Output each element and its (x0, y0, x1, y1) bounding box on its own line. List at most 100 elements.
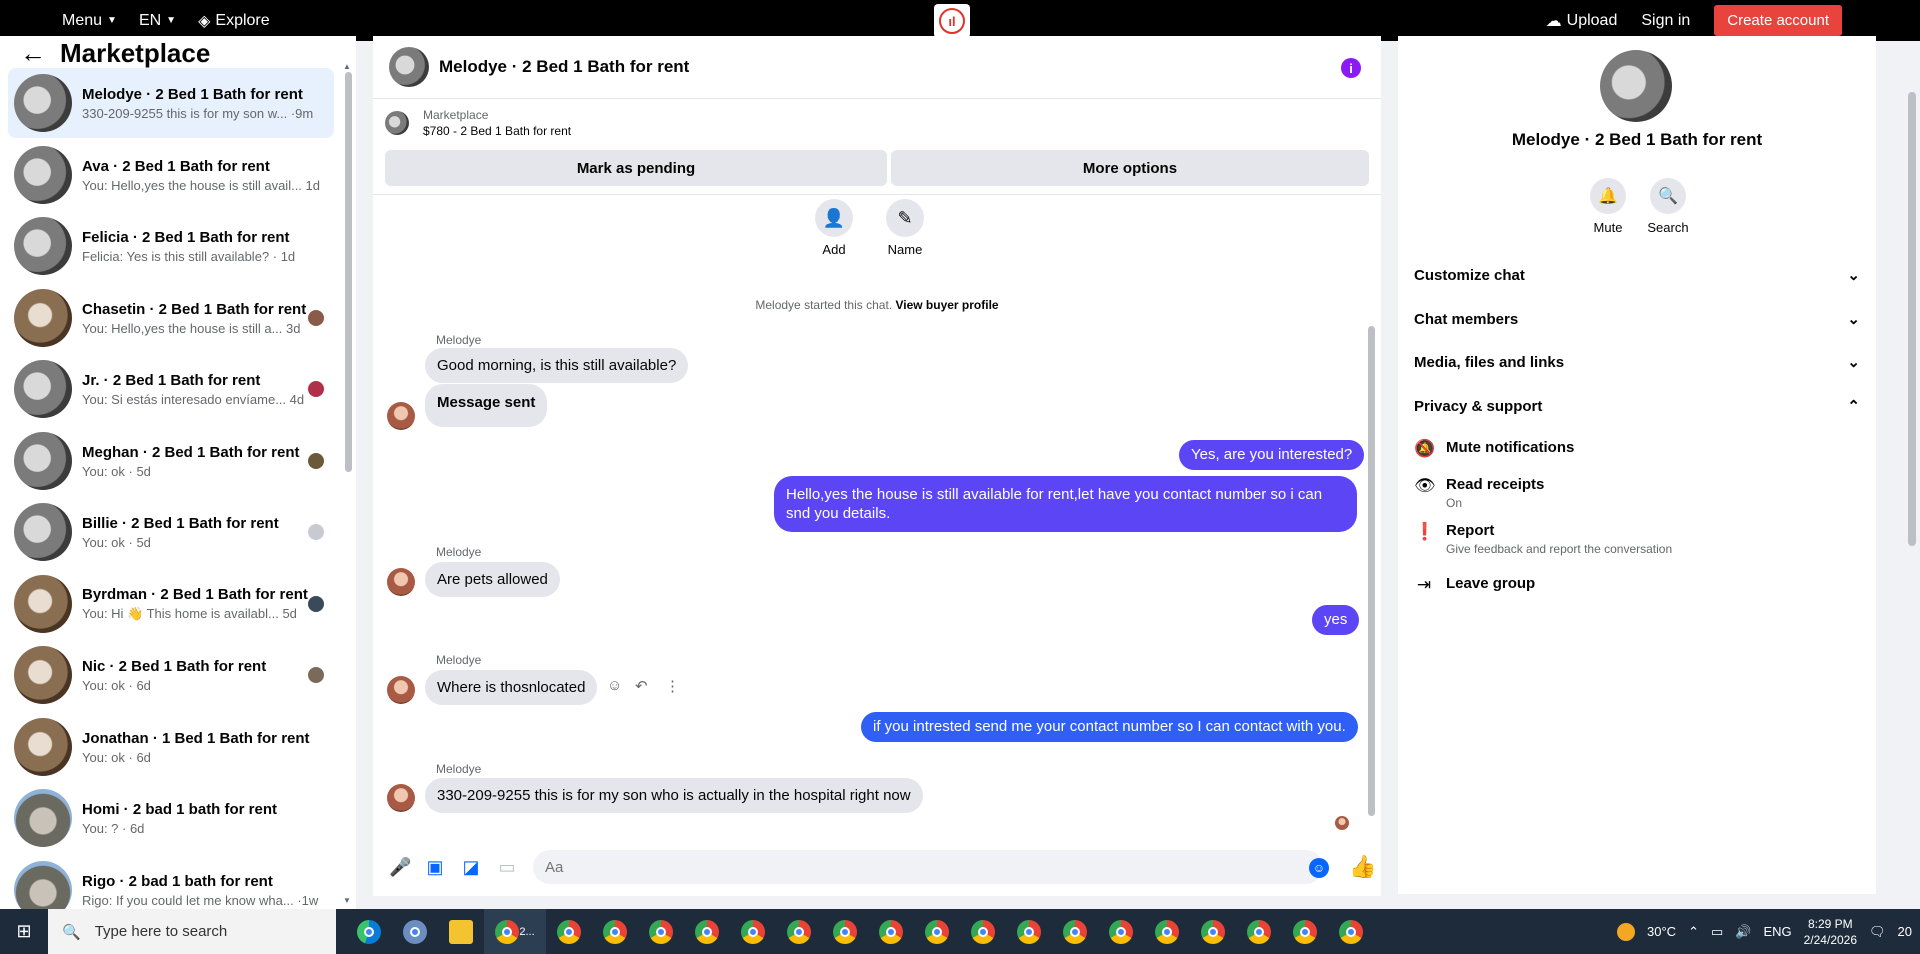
conversation-item[interactable]: Rigo · 2 bad 1 bath for rent Rigo: If you… (8, 855, 334, 909)
conversation-item[interactable]: Billie · 2 Bed 1 Bath for rent You: ok · … (8, 497, 334, 567)
conversation-item[interactable]: Felicia · 2 Bed 1 Bath for rent Felicia: … (8, 211, 334, 281)
chrome-icon[interactable] (1006, 909, 1052, 954)
chrome-icon[interactable] (960, 909, 1006, 954)
gif-icon[interactable]: ▭ (497, 857, 517, 878)
outgoing-message[interactable]: if you intrested send me your contact nu… (861, 712, 1358, 742)
explore-button[interactable]: ◈ Explore (198, 11, 270, 31)
chrome-icon[interactable] (684, 909, 730, 954)
reply-icon[interactable]: ↶ (635, 677, 648, 695)
chrome-icon[interactable] (1144, 909, 1190, 954)
mute-button[interactable]: 🔔 Mute (1578, 178, 1638, 235)
site-logo[interactable]: ıl (934, 4, 970, 38)
thumbs-up-icon[interactable]: 👍 (1349, 854, 1376, 880)
input-language[interactable]: ENG (1763, 924, 1791, 939)
conversation-item[interactable]: Chasetin · 2 Bed 1 Bath for rent You: Hel… (8, 283, 334, 353)
sticker-icon[interactable]: ◪ (461, 857, 481, 878)
chat-scrollbar[interactable] (1368, 326, 1375, 816)
sender-avatar[interactable] (387, 784, 415, 812)
app-icon[interactable] (392, 909, 438, 954)
outgoing-message[interactable]: Yes, are you interested? (1179, 440, 1365, 470)
conversation-item[interactable]: Homi · 2 bad 1 bath for rent You: ? · 6d (8, 783, 334, 853)
chrome-icon[interactable] (914, 909, 960, 954)
view-buyer-profile-link[interactable]: View buyer profile (895, 298, 998, 312)
mark-as-pending-button[interactable]: Mark as pending (385, 150, 887, 186)
photo-icon[interactable]: ▣ (425, 857, 445, 878)
message-input[interactable] (533, 850, 1323, 884)
conversation-item[interactable]: Melodye · 2 Bed 1 Bath for rent 330-209-9… (8, 68, 334, 138)
outgoing-message[interactable]: yes (1312, 605, 1360, 635)
menu-button[interactable]: Menu ▼ (62, 12, 117, 30)
chrome-icon[interactable] (546, 909, 592, 954)
sender-avatar[interactable] (387, 402, 415, 430)
chrome-icon[interactable] (1236, 909, 1282, 954)
media-files-links-section[interactable]: Media, files and links ⌄ (1414, 353, 1860, 372)
customize-chat-section[interactable]: Customize chat ⌄ (1414, 266, 1860, 285)
chrome-window-icon[interactable]: 2... (484, 909, 546, 954)
scroll-up-arrow-icon[interactable]: ▲ (343, 62, 351, 71)
conversation-item[interactable]: Meghan · 2 Bed 1 Bath for rent You: ok · … (8, 426, 334, 496)
react-emoji-icon[interactable]: ☺ (607, 677, 622, 694)
upload-button[interactable]: ☁ Upload (1546, 11, 1618, 31)
chrome-icon[interactable] (638, 909, 684, 954)
chrome-icon[interactable] (868, 909, 914, 954)
emoji-icon[interactable]: ☺ (1309, 858, 1329, 878)
chrome-icon[interactable] (730, 909, 776, 954)
chrome-icon[interactable] (1190, 909, 1236, 954)
chrome-icon[interactable] (822, 909, 868, 954)
mute-notifications-option[interactable]: 🔕 Mute notifications (1414, 439, 1574, 459)
listing-summary[interactable]: Marketplace $780 - 2 Bed 1 Bath for rent (385, 108, 571, 138)
page-scrollbar[interactable] (1908, 92, 1916, 546)
incoming-message[interactable]: Message sent (425, 384, 548, 427)
conversation-item[interactable]: Jr. · 2 Bed 1 Bath for rent You: Si estás… (8, 354, 334, 424)
report-option[interactable]: ❗ Report Give feedback and report the con… (1414, 522, 1672, 556)
chrome-icon[interactable] (1282, 909, 1328, 954)
chrome-icon[interactable] (1098, 909, 1144, 954)
chevron-up-icon[interactable]: ⌃ (1688, 924, 1699, 940)
file-explorer-icon[interactable] (438, 909, 484, 954)
conversation-item[interactable]: Ava · 2 Bed 1 Bath for rent You: Hello,ye… (8, 140, 334, 210)
create-account-button[interactable]: Create account (1714, 5, 1842, 36)
clock[interactable]: 8:29 PM 2/24/2026 (1804, 916, 1857, 948)
conversation-item[interactable]: Byrdman · 2 Bed 1 Bath for rent You: Hi 👋… (8, 569, 334, 639)
chat-title[interactable]: Melodye · 2 Bed 1 Bath for rent (439, 57, 689, 77)
conversation-list-scrollbar[interactable] (345, 72, 352, 472)
incoming-message[interactable]: 330-209-9255 this is for my son who is a… (425, 778, 923, 813)
windows-start-icon[interactable]: ⊞ (0, 909, 48, 954)
conversation-item[interactable]: Nic · 2 Bed 1 Bath for rent You: ok · 6d (8, 640, 334, 710)
incoming-message[interactable]: Where is thosnlocated (425, 670, 598, 705)
chrome-icon[interactable] (1328, 909, 1374, 954)
network-icon[interactable]: ▭ (1711, 924, 1723, 940)
info-icon[interactable]: i (1341, 58, 1361, 78)
search-button[interactable]: 🔍 Search (1638, 178, 1698, 235)
weather-icon[interactable] (1617, 922, 1636, 941)
language-button[interactable]: EN ▼ (139, 12, 176, 30)
more-options-button[interactable]: More options (891, 150, 1369, 186)
conversation-item[interactable]: Jonathan · 1 Bed 1 Bath for rent You: ok … (8, 712, 334, 782)
edge-icon[interactable] (346, 909, 392, 954)
taskbar-search[interactable]: 🔍 Type here to search (48, 909, 336, 954)
profile-avatar[interactable] (1600, 50, 1672, 122)
chrome-icon[interactable] (776, 909, 822, 954)
sign-in-link[interactable]: Sign in (1641, 12, 1690, 30)
notification-icon[interactable]: 🗨 (1869, 924, 1886, 940)
name-chat-button[interactable]: ✎ Name (880, 199, 930, 257)
back-arrow-icon[interactable]: ← (20, 38, 46, 69)
incoming-message[interactable]: Good morning, is this still available? (425, 348, 689, 383)
chat-members-section[interactable]: Chat members ⌄ (1414, 310, 1860, 329)
outgoing-message[interactable]: Hello,yes the house is still available f… (774, 476, 1357, 532)
chat-avatar[interactable] (389, 47, 429, 87)
temperature[interactable]: 30°C (1647, 924, 1676, 939)
chrome-icon[interactable] (1052, 909, 1098, 954)
sender-avatar[interactable] (387, 568, 415, 596)
volume-icon[interactable]: 🔊 (1735, 924, 1751, 940)
add-member-button[interactable]: 👤 Add (809, 199, 859, 257)
scroll-down-arrow-icon[interactable]: ▼ (343, 896, 351, 905)
privacy-support-section[interactable]: Privacy & support ⌃ (1414, 397, 1860, 416)
chrome-icon[interactable] (592, 909, 638, 954)
sender-avatar[interactable] (387, 676, 415, 704)
more-actions-icon[interactable]: ⋮ (665, 677, 680, 695)
incoming-message[interactable]: Are pets allowed (425, 562, 560, 597)
leave-group-option[interactable]: ⇥ Leave group (1414, 575, 1535, 595)
read-receipts-option[interactable]: 👁 Read receipts On (1414, 476, 1544, 510)
microphone-icon[interactable]: 🎤 (389, 857, 411, 878)
